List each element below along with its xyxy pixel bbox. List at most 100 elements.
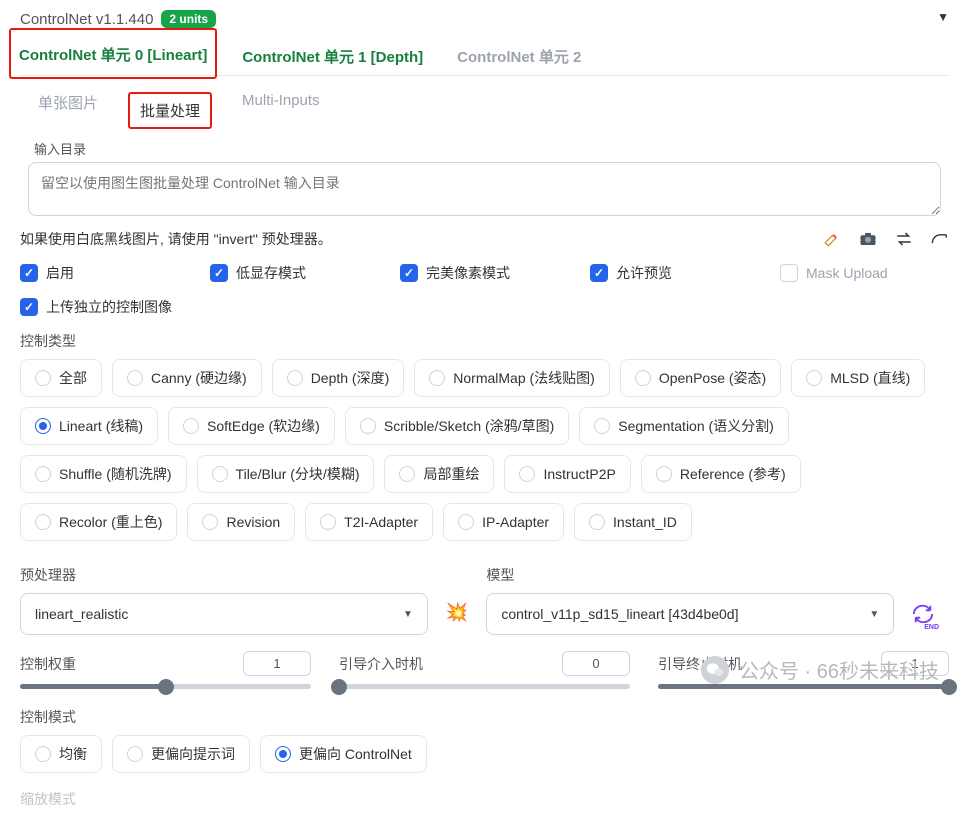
- weight-slider[interactable]: [20, 684, 311, 689]
- tab-unit-0[interactable]: ControlNet 单元 0 [Lineart]: [19, 47, 207, 64]
- slider-thumb[interactable]: [941, 679, 957, 695]
- control-type-label: Revision: [226, 514, 280, 530]
- control-type-label: 局部重绘: [423, 464, 479, 484]
- end-slider[interactable]: [658, 684, 949, 689]
- control-type-option[interactable]: Reference (参考): [641, 455, 801, 493]
- check-pixel-perfect[interactable]: 完美像素模式: [400, 263, 590, 283]
- model-select[interactable]: control_v11p_sd15_lineart [43d4be0d] ▼: [486, 593, 894, 635]
- tab-unit-1[interactable]: ControlNet 单元 1 [Depth]: [242, 46, 423, 67]
- slider-thumb[interactable]: [158, 679, 174, 695]
- send-icon[interactable]: [931, 230, 949, 248]
- radio-icon: [127, 746, 143, 762]
- preprocessor-label: 预处理器: [20, 565, 428, 585]
- invert-hint: 如果使用白底黑线图片, 请使用 "invert" 预处理器。: [20, 229, 332, 249]
- checkbox-icon: [400, 264, 418, 282]
- radio-icon: [320, 514, 336, 530]
- control-type-option[interactable]: Recolor (重上色): [20, 503, 177, 541]
- radio-icon: [594, 418, 610, 434]
- control-type-option[interactable]: T2I-Adapter: [305, 503, 433, 541]
- chevron-down-icon: ▼: [869, 609, 879, 620]
- chevron-down-icon: ▼: [403, 609, 413, 620]
- check-mask-upload[interactable]: Mask Upload: [780, 263, 888, 283]
- start-input[interactable]: [562, 651, 630, 676]
- radio-icon: [360, 418, 376, 434]
- control-type-option[interactable]: InstructP2P: [504, 455, 630, 493]
- control-type-label: SoftEdge (软边缘): [207, 416, 320, 436]
- control-type-option[interactable]: Depth (深度): [272, 359, 405, 397]
- check-allow-preview[interactable]: 允许预览: [590, 263, 780, 283]
- radio-icon: [275, 746, 291, 762]
- control-type-option[interactable]: OpenPose (姿态): [620, 359, 781, 397]
- preprocessor-select[interactable]: lineart_realistic ▼: [20, 593, 428, 635]
- control-mode-label: 更偏向 ControlNet: [299, 744, 412, 764]
- refresh-end-icon[interactable]: END: [912, 555, 949, 635]
- weight-label: 控制权重: [20, 654, 76, 674]
- control-type-option[interactable]: MLSD (直线): [791, 359, 925, 397]
- radio-icon: [183, 418, 199, 434]
- check-lowvram[interactable]: 低显存模式: [210, 263, 400, 283]
- tab-unit-2[interactable]: ControlNet 单元 2: [457, 46, 581, 67]
- start-slider[interactable]: [339, 684, 630, 689]
- control-type-option[interactable]: NormalMap (法线贴图): [414, 359, 610, 397]
- slider-row: 控制权重 引导介入时机 引导终止时机: [20, 651, 949, 689]
- control-mode-option[interactable]: 更偏向 ControlNet: [260, 735, 427, 773]
- control-type-option[interactable]: Revision: [187, 503, 295, 541]
- input-dir-label: 输入目录: [34, 139, 941, 158]
- radio-icon: [202, 514, 218, 530]
- tab-batch[interactable]: 批量处理: [140, 103, 200, 120]
- control-mode-option[interactable]: 更偏向提示词: [112, 735, 250, 773]
- input-mode-tabs: 单张图片 批量处理 Multi-Inputs: [20, 76, 949, 137]
- edit-icon[interactable]: [823, 230, 841, 248]
- collapse-caret-icon[interactable]: ▼: [937, 10, 949, 24]
- control-type-option[interactable]: 全部: [20, 359, 102, 397]
- slider-fill: [20, 684, 166, 689]
- swap-icon[interactable]: [895, 230, 913, 248]
- checkbox-icon: [210, 264, 228, 282]
- radio-icon: [35, 418, 51, 434]
- end-input[interactable]: [881, 651, 949, 676]
- start-label: 引导介入时机: [339, 654, 423, 674]
- control-type-label: 全部: [59, 368, 87, 388]
- control-type-option[interactable]: Canny (硬边缘): [112, 359, 262, 397]
- control-type-option[interactable]: Lineart (线稿): [20, 407, 158, 445]
- checkbox-icon: [590, 264, 608, 282]
- control-type-option[interactable]: Segmentation (语义分割): [579, 407, 789, 445]
- control-type-option[interactable]: Shuffle (随机洗牌): [20, 455, 187, 493]
- radio-icon: [35, 746, 51, 762]
- units-badge: 2 units: [161, 10, 216, 28]
- tab-single-image[interactable]: 单张图片: [38, 92, 98, 129]
- model-value: control_v11p_sd15_lineart [43d4be0d]: [501, 606, 738, 622]
- control-type-label: 控制类型: [20, 331, 949, 351]
- radio-icon: [287, 370, 303, 386]
- control-type-group: 全部 Canny (硬边缘) Depth (深度)NormalMap (法线贴图) O…: [20, 359, 949, 541]
- camera-icon[interactable]: [859, 230, 877, 248]
- check-independent-control[interactable]: 上传独立的控制图像: [20, 297, 949, 317]
- control-mode-option[interactable]: 均衡: [20, 735, 102, 773]
- slider-thumb[interactable]: [331, 679, 347, 695]
- control-type-label: MLSD (直线): [830, 368, 910, 388]
- radio-icon: [589, 514, 605, 530]
- explosion-icon[interactable]: 💥: [446, 555, 468, 635]
- control-type-option[interactable]: IP-Adapter: [443, 503, 564, 541]
- highlight-unit0: ControlNet 单元 0 [Lineart]: [9, 28, 217, 79]
- slider-fill: [658, 684, 949, 689]
- control-type-option[interactable]: Instant_ID: [574, 503, 692, 541]
- control-type-option[interactable]: Tile/Blur (分块/模糊): [197, 455, 375, 493]
- weight-input[interactable]: [243, 651, 311, 676]
- end-label: 引导终止时机: [658, 654, 742, 674]
- model-label: 模型: [486, 565, 894, 585]
- checkbox-icon: [20, 298, 38, 316]
- action-icon-bar: [823, 230, 949, 248]
- control-type-option[interactable]: SoftEdge (软边缘): [168, 407, 335, 445]
- tab-multi-inputs[interactable]: Multi-Inputs: [242, 92, 320, 129]
- control-type-option[interactable]: 局部重绘: [384, 455, 494, 493]
- control-mode-label: 更偏向提示词: [151, 744, 235, 764]
- control-type-label: OpenPose (姿态): [659, 368, 766, 388]
- input-dir-field[interactable]: [28, 162, 941, 216]
- control-type-label: Shuffle (随机洗牌): [59, 464, 172, 484]
- check-enable[interactable]: 启用: [20, 263, 210, 283]
- radio-icon: [635, 370, 651, 386]
- control-type-option[interactable]: Scribble/Sketch (涂鸦/草图): [345, 407, 569, 445]
- control-type-label: Tile/Blur (分块/模糊): [236, 464, 360, 484]
- radio-icon: [429, 370, 445, 386]
